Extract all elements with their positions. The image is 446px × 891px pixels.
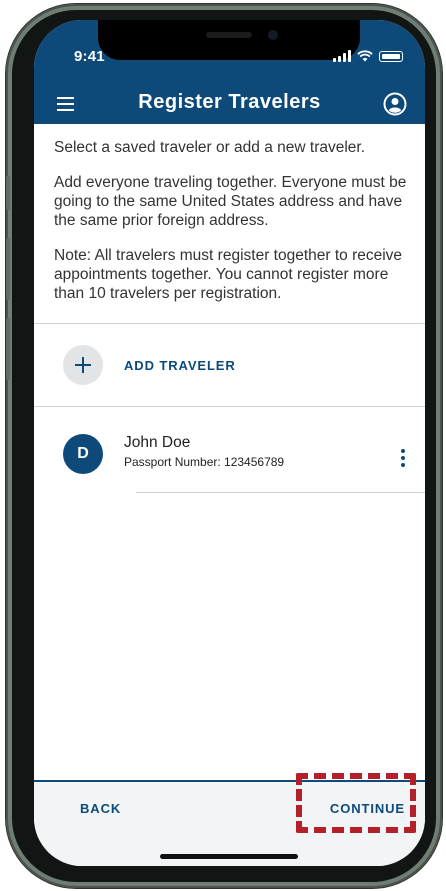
intro-paragraph-1: Select a saved traveler or add a new tra… [54, 139, 366, 156]
app-header: Register Travelers [34, 84, 425, 124]
notch [98, 20, 360, 60]
battery-icon [379, 50, 403, 62]
more-options-icon[interactable] [395, 449, 411, 473]
intro-paragraph-2: Add everyone traveling together. Everyon… [54, 174, 407, 229]
speaker-grille [206, 32, 252, 38]
intro-text: Select a saved traveler or add a new tra… [54, 138, 414, 319]
front-camera [268, 30, 278, 40]
status-time: 9:41 [74, 48, 105, 65]
continue-highlight-box [296, 773, 416, 833]
back-button[interactable]: BACK [80, 801, 121, 816]
plus-icon [63, 345, 103, 385]
page-title: Register Travelers [138, 91, 321, 113]
cellular-signal-icon [333, 50, 351, 62]
traveler-passport: Passport Number: 123456789 [124, 455, 285, 469]
side-button-left-3 [6, 318, 10, 380]
add-traveler-label: ADD TRAVELER [124, 358, 236, 373]
home-indicator [160, 854, 298, 859]
screen: 9:41 Register Travelers Select a saved t… [34, 20, 425, 866]
divider [136, 492, 425, 493]
traveler-list-item[interactable]: D John Doe Passport Number: 123456789 [34, 407, 425, 493]
account-circle-icon[interactable] [383, 92, 407, 116]
intro-paragraph-3: Note: All travelers must register togeth… [54, 247, 403, 302]
add-traveler-button[interactable]: ADD TRAVELER [34, 324, 425, 406]
wifi-icon [357, 50, 373, 62]
traveler-name: John Doe [124, 434, 191, 451]
side-button-left-2 [6, 238, 10, 300]
avatar: D [63, 434, 103, 474]
status-bar: 9:41 [34, 20, 425, 84]
side-button-left-1 [6, 176, 10, 210]
status-icons [333, 50, 403, 62]
